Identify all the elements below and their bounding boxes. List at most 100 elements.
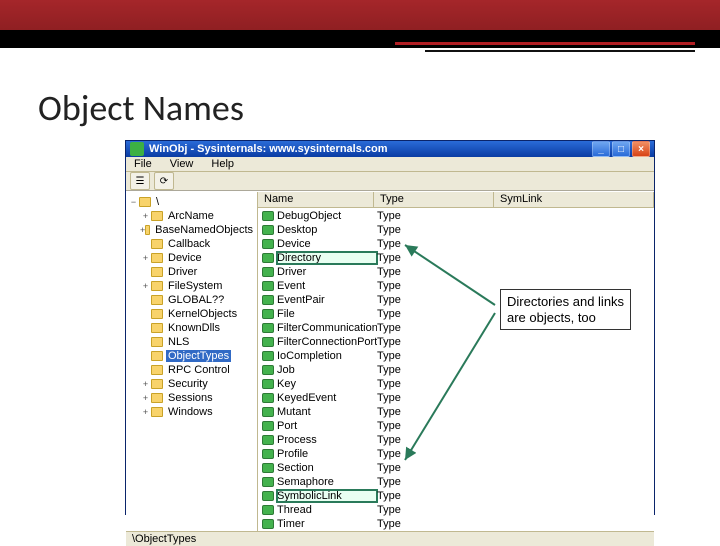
tree-item-sessions[interactable]: + Sessions (128, 391, 255, 405)
expander-icon[interactable]: + (140, 253, 151, 263)
expander-icon[interactable]: + (140, 393, 151, 403)
expander-icon[interactable]: + (140, 379, 151, 389)
tree-item-callback[interactable]: Callback (128, 237, 255, 251)
tree-item-label: FileSystem (166, 280, 224, 292)
list-row-timer[interactable]: TimerType (258, 517, 654, 531)
list-item-name: Profile (277, 448, 377, 460)
list-item-type: Type (377, 518, 487, 530)
list-row-driver[interactable]: DriverType (258, 265, 654, 279)
object-type-icon (262, 407, 274, 417)
list-item-type: Type (377, 378, 487, 390)
list-row-thread[interactable]: ThreadType (258, 503, 654, 517)
list-row-iocompletion[interactable]: IoCompletionType (258, 349, 654, 363)
tree-item-security[interactable]: +Security (128, 377, 255, 391)
list-item-name: Thread (277, 504, 377, 516)
col-name[interactable]: Name (258, 192, 374, 207)
list-row-semaphore[interactable]: SemaphoreType (258, 475, 654, 489)
list-row-section[interactable]: SectionType (258, 461, 654, 475)
tree-item-nls[interactable]: NLS (128, 335, 255, 349)
object-type-icon (262, 351, 274, 361)
titlebar[interactable]: WinObj - Sysinternals: www.sysinternals.… (126, 141, 654, 157)
tree-item-objecttypes[interactable]: ObjectTypes (128, 349, 255, 363)
list-item-type: Type (377, 476, 487, 488)
tree-root[interactable]: − \ (128, 195, 255, 209)
list-item-name: EventPair (277, 294, 377, 306)
folder-icon (151, 253, 163, 263)
tree-item-label: ArcName (166, 210, 216, 222)
expander-icon[interactable]: + (140, 211, 151, 221)
callout-line1: Directories and links (507, 294, 624, 310)
folder-icon (151, 309, 163, 319)
menu-help[interactable]: Help (207, 157, 238, 171)
menu-file[interactable]: File (130, 157, 156, 171)
list-pane: Name Type SymLink DebugObjectTypeDesktop… (258, 192, 654, 531)
expander-icon[interactable]: + (140, 407, 151, 417)
tree-item-global-[interactable]: GLOBAL?? (128, 293, 255, 307)
list-item-type: Type (377, 448, 487, 460)
tree-item-knowndlls[interactable]: KnownDlls (128, 321, 255, 335)
expander-icon[interactable]: + (140, 281, 151, 291)
menu-view[interactable]: View (166, 157, 198, 171)
tree-item-label: KnownDlls (166, 322, 222, 334)
status-bar: \ObjectTypes (126, 531, 654, 546)
list-body[interactable]: DebugObjectTypeDesktopTypeDeviceTypeDire… (258, 208, 654, 531)
object-type-icon (262, 393, 274, 403)
list-row-process[interactable]: ProcessType (258, 433, 654, 447)
close-button[interactable]: × (632, 141, 650, 157)
minimize-button[interactable]: _ (592, 141, 610, 157)
window-title: WinObj - Sysinternals: www.sysinternals.… (149, 143, 388, 155)
list-item-type: Type (377, 336, 487, 348)
object-type-icon (262, 449, 274, 459)
folder-icon (151, 267, 163, 277)
folder-icon (151, 351, 163, 361)
list-item-name: Driver (277, 266, 377, 278)
folder-icon (145, 225, 150, 235)
tree-item-label: KernelObjects (166, 308, 239, 320)
tree-item-device[interactable]: +Device (128, 251, 255, 265)
list-row-device[interactable]: DeviceType (258, 237, 654, 251)
maximize-button[interactable]: □ (612, 141, 630, 157)
list-item-name: FilterCommunicationPort (277, 322, 377, 334)
object-type-icon (262, 295, 274, 305)
list-item-name: Job (277, 364, 377, 376)
list-row-debugobject[interactable]: DebugObjectType (258, 209, 654, 223)
tree-root-label: \ (154, 196, 161, 208)
object-type-icon (262, 477, 274, 487)
toolbar-properties-button[interactable]: ☰ (130, 172, 150, 190)
object-type-icon (262, 211, 274, 221)
list-item-name: Mutant (277, 406, 377, 418)
list-item-type: Type (377, 364, 487, 376)
list-row-mutant[interactable]: MutantType (258, 405, 654, 419)
tree-item-windows[interactable]: +Windows (128, 405, 255, 419)
tree-item-filesystem[interactable]: + FileSystem (128, 279, 255, 293)
list-row-port[interactable]: PortType (258, 419, 654, 433)
list-row-symboliclink[interactable]: SymbolicLinkType (258, 489, 654, 503)
list-row-key[interactable]: KeyType (258, 377, 654, 391)
tree-item-kernelobjects[interactable]: KernelObjects (128, 307, 255, 321)
list-row-job[interactable]: JobType (258, 363, 654, 377)
tree-item-arcname[interactable]: + ArcName (128, 209, 255, 223)
folder-icon (151, 393, 163, 403)
list-row-directory[interactable]: DirectoryType (258, 251, 654, 265)
tree-item-rpc-control[interactable]: RPC Control (128, 363, 255, 377)
list-item-type: Type (377, 406, 487, 418)
list-item-name: SymbolicLink (277, 490, 377, 502)
col-symlink[interactable]: SymLink (494, 192, 654, 207)
object-type-icon (262, 225, 274, 235)
list-row-keyedevent[interactable]: KeyedEventType (258, 391, 654, 405)
list-item-name: Device (277, 238, 377, 250)
tree-item-basenamedobjects[interactable]: +BaseNamedObjects (128, 223, 255, 237)
list-row-profile[interactable]: ProfileType (258, 447, 654, 461)
list-row-filterconnectionport[interactable]: FilterConnectionPortType (258, 335, 654, 349)
list-item-type: Type (377, 294, 487, 306)
list-row-desktop[interactable]: DesktopType (258, 223, 654, 237)
list-item-name: IoCompletion (277, 350, 377, 362)
tree-item-label: Sessions (166, 392, 215, 404)
slide-title: Object Names (38, 86, 244, 130)
tree-item-driver[interactable]: Driver (128, 265, 255, 279)
content-panes: − \ +ArcName+BaseNamedObjectsCallback+De… (126, 191, 654, 531)
col-type[interactable]: Type (374, 192, 494, 207)
tree-pane[interactable]: − \ + ArcName+BaseNamedObjectsCallback+De… (126, 192, 258, 531)
toolbar-refresh-button[interactable]: ⟳ (154, 172, 174, 190)
list-item-type: Type (377, 462, 487, 474)
